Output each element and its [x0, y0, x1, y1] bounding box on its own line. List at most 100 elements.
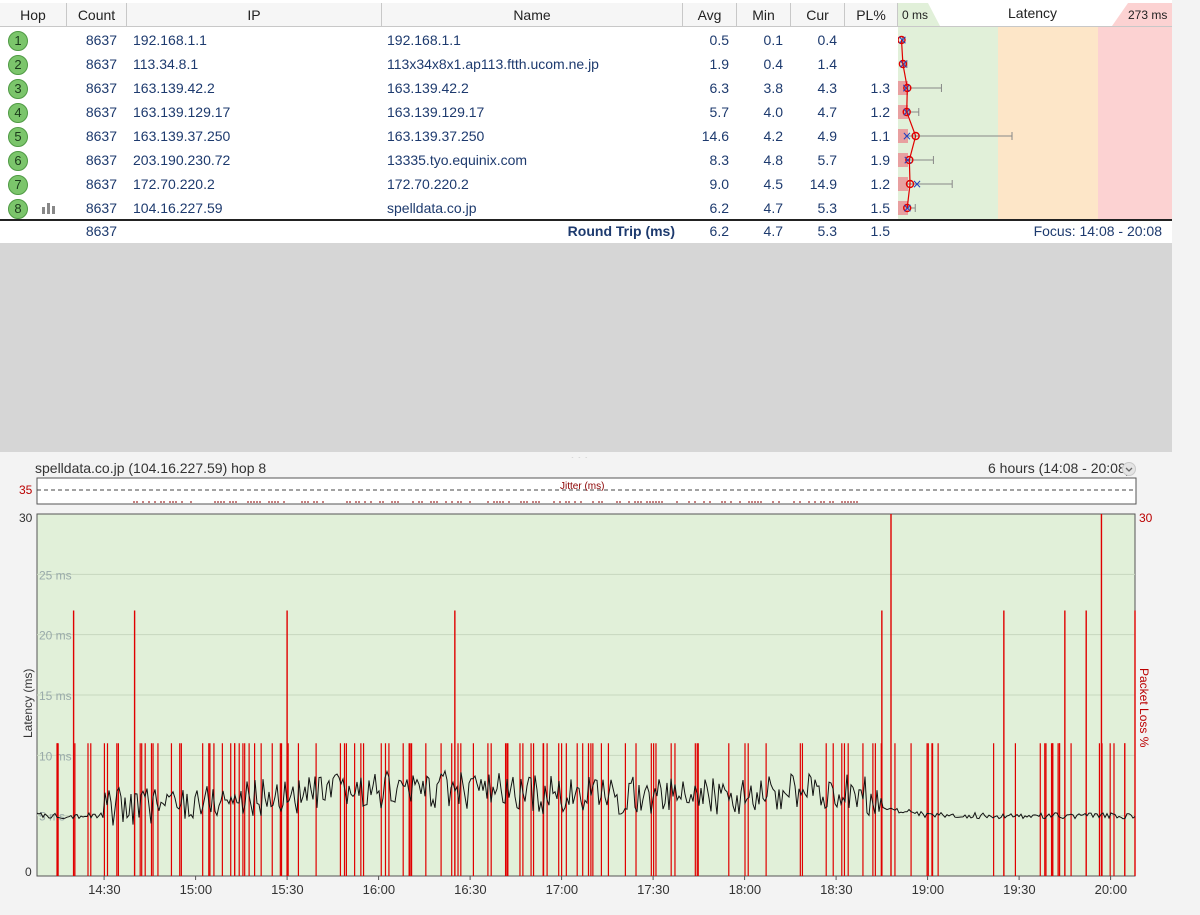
hop-name: 172.70.220.2 [387, 172, 469, 196]
hop-min: 0.1 [737, 28, 783, 52]
jitter-label: Jitter (ms) [560, 481, 604, 492]
hop-number-badge: 3 [8, 79, 28, 99]
hop-cur: 4.9 [791, 124, 837, 148]
hop-min: 4.8 [737, 148, 783, 172]
col-header-cur[interactable]: Cur [791, 3, 845, 27]
x-tick-label: 19:00 [912, 882, 945, 897]
hop-count: 8637 [67, 52, 117, 76]
hop-row[interactable]: 1 8637 192.168.1.1 192.168.1.1 0.5 0.1 0.4 [0, 28, 898, 52]
hop-ip: 192.168.1.1 [133, 28, 207, 52]
hop-avg: 6.2 [683, 196, 729, 220]
hop-min: 0.4 [737, 52, 783, 76]
col-header-name[interactable]: Name [382, 3, 683, 27]
hop-name: spelldata.co.jp [387, 196, 477, 220]
latency-graph-column: ×××××××× [898, 0, 1172, 219]
hop-count: 8637 [67, 148, 117, 172]
col-header-avg[interactable]: Avg [683, 3, 737, 27]
hop-avg: 5.7 [683, 100, 729, 124]
summary-count: 8637 [67, 219, 117, 243]
hop-row[interactable]: 8 8637 104.16.227.59 spelldata.co.jp 6.2 4.7 5… [0, 196, 898, 220]
hop-cur: 1.4 [791, 52, 837, 76]
x-tick-label: 20:00 [1095, 882, 1128, 897]
hop-row[interactable]: 6 8637 203.190.230.72 13335.tyo.equinix.com… [0, 148, 898, 172]
hop-name: 163.139.129.17 [387, 100, 484, 124]
hop-name: 163.139.37.250 [387, 124, 484, 148]
summary-label: Round Trip (ms) [382, 219, 675, 243]
hop-row[interactable]: 3 8637 163.139.42.2 163.139.42.2 6.3 3.8 4.3 1.… [0, 76, 898, 100]
hop-pl: 1.9 [845, 148, 890, 172]
hop-cur: 5.7 [791, 148, 837, 172]
hop-cur: 0.4 [791, 28, 837, 52]
hop-avg: 6.3 [683, 76, 729, 100]
y-tick-label: 25 ms [39, 568, 72, 582]
hop-cur: 5.3 [791, 196, 837, 220]
hop-row[interactable]: 7 8637 172.70.220.2 172.70.220.2 9.0 4.5 14.9 1… [0, 172, 898, 196]
hop-cur: 4.3 [791, 76, 837, 100]
hop-ip: 203.190.230.72 [133, 148, 230, 172]
col-header-pl[interactable]: PL% [845, 3, 898, 27]
summary-row: 8637 Round Trip (ms) 6.2 4.7 5.3 1.5 Foc… [0, 219, 1172, 243]
vertical-scrollbar[interactable] [1172, 0, 1200, 452]
cur-latency-marker: × [902, 129, 912, 143]
trace-panel: Hop Count IP Name Avg Min Cur PL% 0 ms L… [0, 0, 1172, 452]
hop-min: 4.2 [737, 124, 783, 148]
cur-latency-marker: × [912, 177, 922, 191]
hop-avg: 9.0 [683, 172, 729, 196]
y-axis-label: Latency (ms) [21, 669, 35, 738]
jitter-max-label: 35 [19, 483, 33, 497]
x-tick-label: 14:30 [88, 882, 121, 897]
hop-number-badge: 1 [8, 31, 28, 51]
hop-name: 113x34x8x1.ap113.ftth.ucom.ne.jp [387, 52, 599, 76]
hop-ip: 113.34.8.1 [133, 52, 198, 76]
hop-name: 13335.tyo.equinix.com [387, 148, 527, 172]
hop-count: 8637 [67, 100, 117, 124]
hop-cur: 4.7 [791, 100, 837, 124]
hop-row[interactable]: 2 8637 113.34.8.1 113x34x8x1.ap113.ftth.uco… [0, 52, 898, 76]
hop-count: 8637 [67, 196, 117, 220]
col-header-count[interactable]: Count [67, 3, 127, 27]
hop-ip: 172.70.220.2 [133, 172, 215, 196]
hop-pl: 1.1 [845, 124, 890, 148]
hop-number-badge: 8 [8, 199, 28, 219]
hop-count: 8637 [67, 124, 117, 148]
col-header-min[interactable]: Min [737, 3, 791, 27]
x-tick-label: 15:00 [180, 882, 213, 897]
hop-row[interactable]: 4 8637 163.139.129.17 163.139.129.17 5.7 4.0 4… [0, 100, 898, 124]
x-tick-label: 16:00 [363, 882, 396, 897]
col-header-hop[interactable]: Hop [0, 3, 67, 27]
cur-latency-marker: × [898, 33, 907, 47]
summary-avg: 6.2 [683, 219, 729, 243]
hop-detail-panel: spelldata.co.jp (104.16.227.59) hop 8 6 … [0, 458, 1200, 915]
col-header-ip[interactable]: IP [127, 3, 382, 27]
hop-name: 192.168.1.1 [387, 28, 461, 52]
latency-chart: 35 Jitter (ms)5 ms10 ms15 ms20 ms25 ms300… [0, 458, 1200, 915]
trace-table: Hop Count IP Name Avg Min Cur PL% 0 ms L… [0, 0, 1172, 240]
focus-range[interactable]: Focus: 14:08 - 20:08 [940, 219, 1162, 243]
hop-pl [845, 52, 890, 76]
y-axis-top-label: 30 [19, 511, 33, 525]
hop-cur: 14.9 [791, 172, 837, 196]
hop-avg: 8.3 [683, 148, 729, 172]
hop-avg: 14.6 [683, 124, 729, 148]
hop-number-badge: 6 [8, 151, 28, 171]
hop-min: 4.5 [737, 172, 783, 196]
y2-axis-label: Packet Loss % [1137, 668, 1151, 748]
y-tick-label: 10 ms [39, 749, 72, 763]
hop-avg: 1.9 [683, 52, 729, 76]
x-tick-label: 18:00 [729, 882, 762, 897]
hop-pl: 1.2 [845, 100, 890, 124]
hop-row[interactable]: 5 8637 163.139.37.250 163.139.37.250 14.6 4.2… [0, 124, 898, 148]
x-tick-label: 15:30 [271, 882, 304, 897]
y2-axis-top-label: 30 [1139, 511, 1153, 525]
hop-ip: 104.16.227.59 [133, 196, 223, 220]
bar-chart-icon[interactable] [42, 202, 56, 214]
summary-min: 4.7 [737, 219, 783, 243]
hop-min: 3.8 [737, 76, 783, 100]
x-tick-label: 17:00 [546, 882, 579, 897]
hop-number-badge: 7 [8, 175, 28, 195]
hop-ip: 163.139.129.17 [133, 100, 230, 124]
hop-number-badge: 5 [8, 127, 28, 147]
x-tick-label: 16:30 [454, 882, 487, 897]
hop-number-badge: 4 [8, 103, 28, 123]
hop-min: 4.0 [737, 100, 783, 124]
